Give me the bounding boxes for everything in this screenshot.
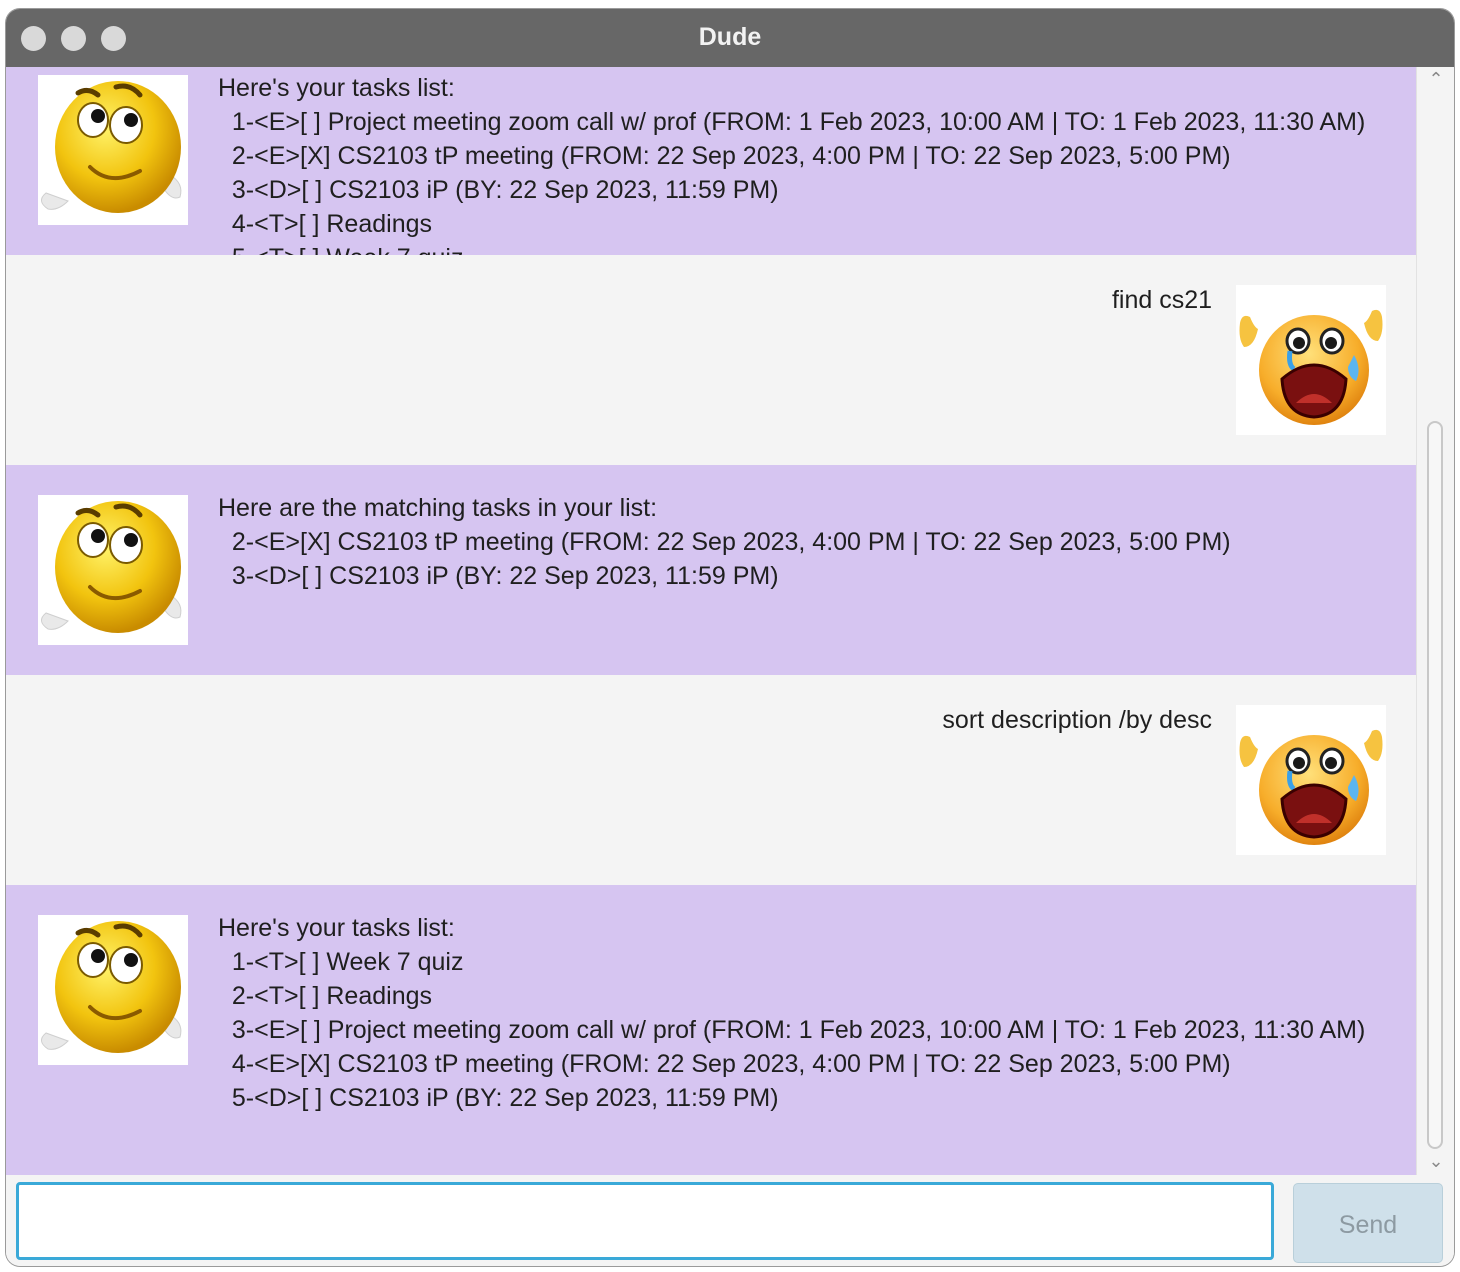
- user-dialog-box: find cs21: [6, 255, 1416, 465]
- happy-emoji-avatar-icon: [38, 915, 188, 1065]
- bot-message: Here are the matching tasks in your list…: [218, 494, 1231, 590]
- bot-dialog-box: Here's your tasks list: 1-<E>[ ] Project…: [6, 67, 1416, 272]
- bot-message: Here's your tasks list: 1-<T>[ ] Week 7 …: [218, 914, 1366, 1112]
- happy-emoji-avatar-icon: [38, 75, 188, 225]
- scrollbar-thumb[interactable]: [1427, 421, 1443, 1149]
- dialog-container: Here's your tasks list: 1-<E>[ ] Project…: [6, 67, 1416, 1175]
- bot-dialog-box: Here's your tasks list: 1-<T>[ ] Week 7 …: [6, 885, 1416, 1175]
- crying-emoji-avatar-icon: [1236, 705, 1386, 855]
- happy-emoji-avatar-icon: [38, 495, 188, 645]
- user-input-field[interactable]: [16, 1182, 1274, 1260]
- vertical-scrollbar[interactable]: ⌃ ⌄: [1416, 67, 1454, 1175]
- user-message: find cs21: [1111, 286, 1212, 314]
- chevron-up-icon[interactable]: ⌃: [1426, 69, 1446, 89]
- bot-message: Here's your tasks list: 1-<E>[ ] Project…: [218, 74, 1366, 272]
- user-message: sort description /by desc: [942, 706, 1212, 734]
- dialog-scroll-pane[interactable]: Here's your tasks list: 1-<E>[ ] Project…: [6, 67, 1416, 1175]
- bot-dialog-box: Here are the matching tasks in your list…: [6, 465, 1416, 675]
- user-dialog-box: sort description /by desc: [6, 675, 1416, 885]
- input-bar: Send: [6, 1175, 1454, 1266]
- chevron-down-icon[interactable]: ⌄: [1426, 1151, 1446, 1171]
- app-window: Dude Here's your tasks list: 1-<E>[ ] Pr…: [6, 9, 1454, 1266]
- crying-emoji-avatar-icon: [1236, 285, 1386, 435]
- window-title: Dude: [698, 23, 762, 51]
- send-button[interactable]: Send: [1293, 1183, 1443, 1263]
- title-bar: Dude: [6, 9, 1454, 67]
